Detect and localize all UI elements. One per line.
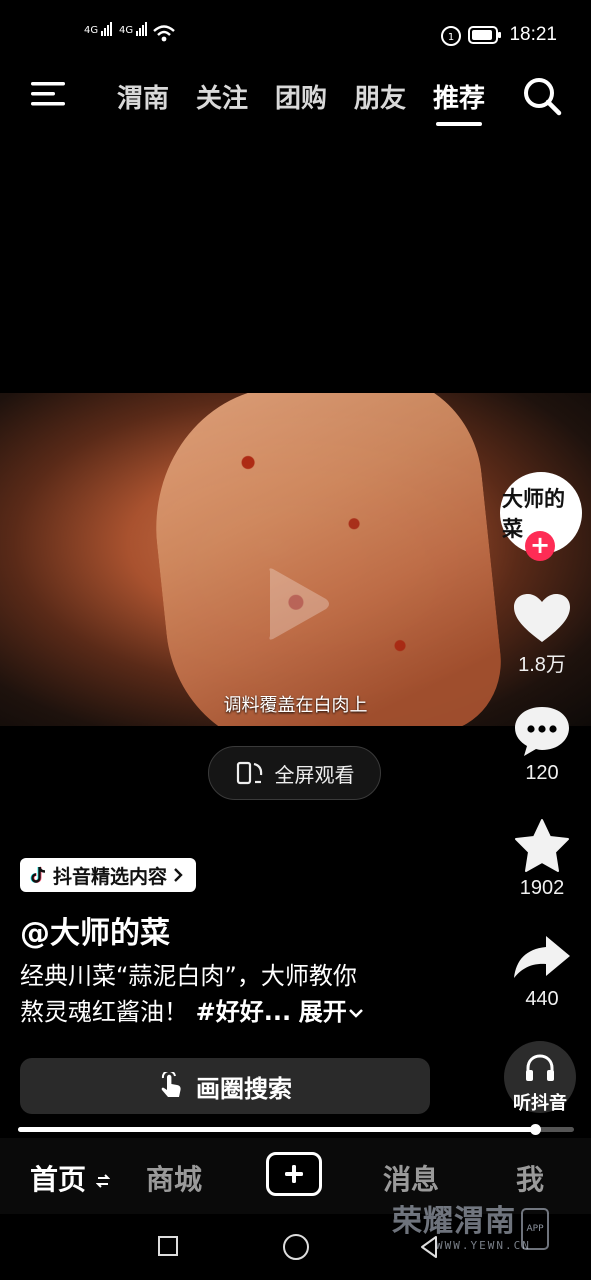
tab-weinan[interactable]: 渭南 bbox=[117, 78, 169, 115]
hand-tap-icon bbox=[161, 1072, 181, 1097]
home-button[interactable] bbox=[283, 1234, 309, 1260]
creator-handle[interactable]: @大师的菜 bbox=[20, 908, 170, 952]
video-progress-bar[interactable] bbox=[18, 1124, 574, 1135]
menu-icon[interactable] bbox=[29, 78, 69, 110]
chevron-right-icon bbox=[174, 868, 183, 882]
listen-douyin-label: 听抖音 bbox=[513, 1093, 567, 1114]
like-heart-icon[interactable] bbox=[510, 590, 574, 646]
douyin-logo-icon bbox=[30, 866, 46, 883]
chevron-down-icon bbox=[348, 1009, 363, 1018]
hashtag-link[interactable]: #好好... bbox=[196, 998, 291, 1026]
tab-recommend[interactable]: 推荐 bbox=[433, 78, 485, 115]
comment-count: 120 bbox=[525, 762, 559, 784]
video-progress-knob[interactable] bbox=[530, 1124, 542, 1135]
comment-icon[interactable] bbox=[510, 703, 574, 759]
fullscreen-label: 全屏观看 bbox=[274, 762, 355, 787]
fullscreen-button[interactable]: 全屏观看 bbox=[208, 746, 381, 800]
nav-home-label: 首页 bbox=[30, 1163, 87, 1196]
play-icon[interactable] bbox=[250, 559, 340, 649]
share-arrow-icon[interactable] bbox=[510, 930, 574, 986]
wifi-icon bbox=[153, 25, 175, 42]
plus-icon bbox=[285, 1165, 303, 1183]
video-subtitle: 调料覆盖在白肉上 bbox=[223, 695, 368, 716]
favorite-count: 1902 bbox=[519, 877, 565, 899]
description-line-2: 熬灵魂红酱油！ #好好... 展开 bbox=[20, 994, 430, 1030]
tab-following[interactable]: 关注 bbox=[196, 78, 248, 115]
battery-icon bbox=[468, 26, 501, 44]
signal-sim1-icon: 4G bbox=[84, 22, 113, 36]
featured-content-label: 抖音精选内容 bbox=[53, 865, 168, 888]
video-progress-fill bbox=[18, 1127, 536, 1132]
tab-friends[interactable]: 朋友 bbox=[354, 78, 406, 115]
follow-button[interactable]: + bbox=[525, 531, 555, 561]
tab-group-buy[interactable]: 团购 bbox=[275, 78, 327, 115]
watermark-app-badge: APP bbox=[521, 1208, 549, 1250]
top-nav: 渭南 关注 团购 朋友 推荐 bbox=[0, 70, 591, 130]
signal-sim2-icon: 4G bbox=[119, 22, 148, 36]
description-line-1: 经典川菜“蒜泥白肉”，大师教你 bbox=[20, 962, 357, 990]
post-description: 经典川菜“蒜泥白肉”，大师教你 熬灵魂红酱油！ #好好... 展开 bbox=[20, 958, 430, 1030]
refresh-arrows-icon bbox=[95, 1174, 111, 1188]
circle-search-label: 画圈搜索 bbox=[196, 1074, 292, 1103]
expand-button[interactable]: 展开 bbox=[299, 998, 365, 1026]
data-saver-icon: 1 bbox=[441, 26, 461, 46]
recent-apps-button[interactable] bbox=[158, 1236, 178, 1256]
nav-me[interactable]: 我 bbox=[516, 1158, 544, 1198]
create-post-button[interactable] bbox=[266, 1152, 322, 1196]
share-count: 440 bbox=[525, 988, 559, 1010]
headphones-icon bbox=[526, 1054, 554, 1081]
circle-search-button[interactable]: 画圈搜索 bbox=[20, 1058, 430, 1114]
search-icon[interactable] bbox=[520, 74, 564, 118]
watermark-site: WWW.YEWN.CN bbox=[436, 1239, 531, 1252]
svg-text:1: 1 bbox=[448, 32, 454, 43]
nav-mall[interactable]: 商城 bbox=[146, 1158, 202, 1198]
watermark-brand: 荣耀渭南 bbox=[392, 1204, 516, 1239]
status-bar: 4G 4G 1 18:21 bbox=[0, 0, 591, 70]
sim2-network-label: 4G bbox=[119, 25, 134, 36]
like-count: 1.8万 bbox=[518, 654, 566, 676]
sim1-network-label: 4G bbox=[84, 25, 99, 36]
rotate-screen-icon bbox=[236, 761, 262, 785]
nav-messages[interactable]: 消息 bbox=[383, 1158, 439, 1198]
description-text: 熬灵魂红酱油！ bbox=[20, 998, 188, 1026]
expand-label: 展开 bbox=[298, 998, 347, 1026]
clock: 18:21 bbox=[509, 24, 557, 45]
featured-content-badge[interactable]: 抖音精选内容 bbox=[20, 858, 197, 892]
active-tab-indicator bbox=[436, 122, 482, 126]
favorite-star-icon[interactable] bbox=[510, 818, 574, 874]
nav-home[interactable]: 首页 bbox=[30, 1158, 111, 1198]
